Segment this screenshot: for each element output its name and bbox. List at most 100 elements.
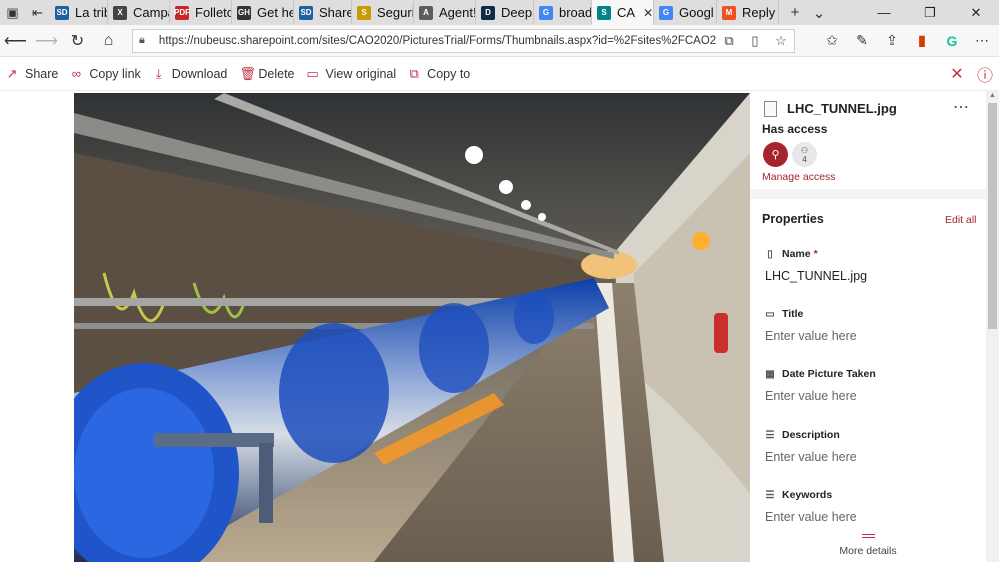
office-icon[interactable]: ▮ [907, 32, 937, 49]
reading-view-icon[interactable]: ▯ [742, 33, 768, 49]
favorites-list-icon[interactable]: ✩ [817, 32, 847, 49]
download-button[interactable]: ⤓ Download [153, 57, 227, 91]
copy-icon: ⧉ [409, 65, 419, 81]
people-icon: ⚇ [800, 145, 809, 155]
title-value[interactable]: Enter value here [765, 329, 857, 343]
refresh-button[interactable]: ↻ [62, 25, 93, 57]
browser-tab[interactable]: S Seguri [352, 0, 414, 25]
scroll-up-icon[interactable]: ▲ [986, 92, 999, 102]
tab-favicon-icon: D [481, 5, 495, 20]
name-value[interactable]: LHC_TUNNEL.jpg [765, 269, 867, 283]
tab-title: Campa [133, 5, 169, 20]
browser-tab[interactable]: GH Get he [232, 0, 294, 25]
close-tab-icon[interactable]: ✕ [643, 6, 653, 20]
favorite-star-icon[interactable]: ☆ [768, 33, 794, 49]
calendar-icon: ▦ [765, 368, 775, 380]
edit-all-link[interactable]: Edit all [945, 214, 977, 226]
browser-tab[interactable]: X Campa [108, 0, 170, 25]
share-label: Share [25, 66, 59, 81]
lines-icon: ☰ [765, 489, 775, 501]
keywords-label-text: Keywords [782, 489, 833, 501]
tab-title: La trib [75, 5, 108, 20]
browser-tab[interactable]: S CA ✕ [592, 0, 654, 25]
field-title-label: ▭ Title [764, 308, 803, 320]
command-bar: ↗ Share ∞ Copy link ⤓ Download 🗑︎ Delete… [0, 57, 999, 91]
tab-favicon-icon: SD [299, 5, 313, 20]
close-window-button[interactable]: ✕ [953, 5, 999, 21]
grammarly-icon[interactable]: G [937, 33, 967, 49]
more-details-button[interactable]: More details [750, 534, 986, 557]
person-icon: ⚲ [771, 149, 780, 161]
share-browser-icon[interactable]: ⇪ [877, 32, 907, 49]
image-viewer [0, 91, 750, 562]
details-pane: LHC_TUNNEL.jpg ⋯ Has access ⚲ ⚇ 4 Manage… [750, 91, 986, 562]
scroll-thumb[interactable] [988, 103, 997, 329]
browser-tab[interactable]: G Googl [654, 0, 717, 25]
restore-button[interactable]: ❐ [907, 5, 953, 21]
close-viewer-icon[interactable]: ✕ [943, 64, 971, 84]
tab-list: SDLa tribXCampaPDFFolletcGHGet heSDShare… [50, 0, 779, 25]
delete-label: Delete [258, 66, 295, 81]
tab-title: CA [617, 5, 636, 20]
minimize-button[interactable]: — [861, 5, 907, 20]
title-label-text: Title [782, 308, 804, 320]
tab-list-chevron-icon[interactable]: ⌄ [807, 4, 831, 22]
field-description-label: ☰ Description [764, 429, 840, 441]
user-avatar[interactable]: ⚲ [763, 142, 788, 167]
browser-tab[interactable]: D DeepN [476, 0, 534, 25]
pane-scrollbar[interactable]: ▲ [986, 91, 999, 562]
browser-tab[interactable]: M Reply t [717, 0, 779, 25]
copy-link-button[interactable]: ∞ Copy link [70, 57, 141, 91]
document-icon: ▯ [767, 248, 773, 260]
browser-tab[interactable]: A Agent! [414, 0, 476, 25]
field-date-label: ▦ Date Picture Taken [764, 368, 876, 380]
browser-tools: ✩ ✎ ⇪ ▮ G ⋯ [817, 32, 997, 49]
date-label-text: Date Picture Taken [782, 368, 876, 380]
properties-title: Properties [762, 212, 824, 226]
extension-icon[interactable]: ⧉ [716, 33, 742, 49]
delete-button[interactable]: 🗑︎ Delete [239, 57, 294, 91]
manage-access-link[interactable]: Manage access [762, 171, 836, 183]
tab-title: Agent! [439, 5, 476, 20]
lock-icon: 🔒︎ [139, 34, 145, 46]
set-tabs-aside-icon[interactable]: ⇤ [25, 0, 50, 25]
tab-title: broad [559, 5, 592, 20]
view-original-label: View original [325, 66, 397, 81]
field-keywords-label: ☰ Keywords [764, 489, 833, 501]
copy-to-button[interactable]: ⧉ Copy to [408, 57, 471, 91]
browser-tab[interactable]: SD La trib [50, 0, 108, 25]
description-label-text: Description [782, 429, 840, 441]
tab-favicon-icon: X [113, 5, 127, 20]
share-button[interactable]: ↗ Share [6, 57, 59, 91]
web-note-icon[interactable]: ✎ [847, 32, 877, 49]
browser-tab[interactable]: Gbroad [534, 0, 592, 25]
description-value[interactable]: Enter value here [765, 450, 857, 464]
keywords-value[interactable]: Enter value here [765, 510, 857, 524]
tab-actions-menu-icon[interactable]: ▣ [0, 0, 25, 25]
tab-favicon-icon: M [722, 5, 736, 20]
name-label-text: Name [782, 248, 811, 260]
address-bar-icons: ⧉ ▯ ☆ [716, 33, 794, 49]
file-header: LHC_TUNNEL.jpg ⋯ Has access ⚲ ⚇ 4 Manage… [750, 91, 986, 189]
tab-favicon-icon: G [659, 5, 673, 20]
group-avatar[interactable]: ⚇ 4 [792, 142, 817, 167]
lines-icon: ☰ [765, 429, 775, 441]
date-value[interactable]: Enter value here [765, 389, 857, 403]
browser-tab[interactable]: SD ShareF [294, 0, 352, 25]
url-text[interactable]: https://nubeusc.sharepoint.com/sites/CAO… [159, 35, 716, 47]
address-bar[interactable]: 🔒︎ https://nubeusc.sharepoint.com/sites/… [132, 28, 795, 53]
new-tab-button[interactable]: + [783, 4, 807, 21]
browser-tab[interactable]: PDF Folletc [170, 0, 232, 25]
back-button[interactable]: ⟵ [0, 25, 31, 57]
forward-button[interactable]: ⟶ [31, 25, 62, 57]
text-field-icon: ▭ [765, 308, 775, 320]
view-original-button[interactable]: ▭ View original [307, 57, 397, 91]
settings-more-icon[interactable]: ⋯ [967, 32, 997, 49]
lhc-tunnel-photo[interactable] [74, 93, 750, 562]
tab-favicon-icon: S [357, 5, 371, 20]
tab-favicon-icon: S [597, 5, 611, 20]
image-icon: ▭ [306, 65, 319, 81]
more-options-icon[interactable]: ⋯ [953, 97, 970, 117]
home-button[interactable]: ⌂ [93, 25, 124, 57]
info-icon[interactable]: ⓘ [971, 62, 999, 86]
